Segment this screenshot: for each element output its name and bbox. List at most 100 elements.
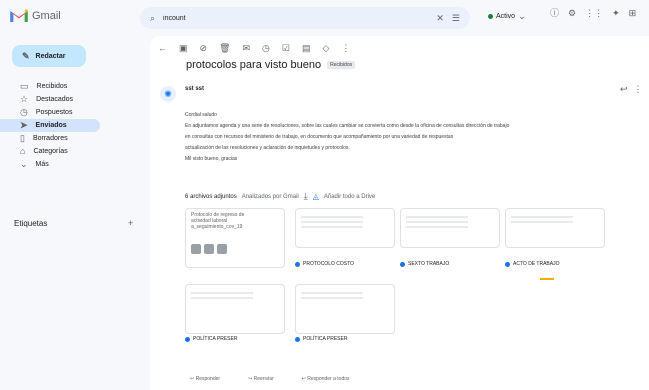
help-icon[interactable]: ⓘ: [550, 9, 559, 18]
attachment-name: POLÍTICA PRESER: [303, 336, 348, 342]
status-selector[interactable]: Activo ⌄: [488, 12, 526, 21]
highlight-bar: [540, 278, 554, 280]
more-options-icon[interactable]: ⋮: [341, 44, 350, 53]
inbox-icon: ▭: [20, 81, 29, 91]
back-icon[interactable]: ←: [158, 44, 167, 53]
message-view: ← ▣ ⊘ 🗑 ✉ ◷ ☑ ▤ ◇ ⋮ protocolos para vist…: [150, 36, 649, 390]
apps-grid-icon[interactable]: ⋮⋮: [585, 9, 603, 18]
reply-action-button[interactable]: ↪ Reenviar: [248, 376, 274, 382]
avatar[interactable]: ✺: [160, 86, 176, 102]
body-paragraph: En adjuntamos agenda y una serie de reso…: [185, 123, 510, 129]
reply-icon[interactable]: ↩: [620, 85, 628, 94]
body-paragraph: Cordial saludo: [185, 112, 217, 118]
message-actions: ↩ ⋮: [620, 85, 643, 94]
send-icon: ➤: [20, 120, 28, 130]
drive-icon[interactable]: ◬: [313, 192, 319, 201]
thumbnail-icon: [217, 244, 227, 254]
attachment-card-5[interactable]: [185, 284, 285, 334]
body-paragraph: Mil visto bueno, gracias: [185, 156, 238, 162]
sidebar-item-borradores[interactable]: ▯ Borradores: [0, 132, 150, 145]
subject-label-chip[interactable]: Recibidos: [327, 61, 356, 69]
attachment-name: Protocolo de regreso de actividad labora…: [191, 212, 245, 230]
reply-action-label: Responder: [195, 376, 221, 382]
attachment-label-2[interactable]: PROTOCOLO COSTO: [295, 261, 354, 267]
chevron-down-icon: ⌄: [518, 11, 526, 21]
reply-action-button[interactable]: ↩ Responder a todos: [302, 376, 350, 382]
attachment-preview: [301, 216, 389, 228]
top-bar: Gmail ⌕ ✕ ☰ Activo ⌄ ⓘ ⚙ ⋮⋮ ✦ ⊞: [0, 0, 649, 36]
message-toolbar: ← ▣ ⊘ 🗑 ✉ ◷ ☑ ▤ ◇ ⋮: [158, 44, 350, 53]
report-spam-icon[interactable]: ⊘: [200, 44, 208, 53]
search-icon[interactable]: ⌕: [150, 13, 155, 23]
move-to-icon[interactable]: ▤: [302, 44, 311, 53]
search-options-icon[interactable]: ☰: [452, 13, 460, 23]
doc-type-icon: [505, 261, 510, 267]
sidebar: ✎ Redactar ▭ Recibidos ☆ Destacados ◷ Pospues…: [0, 36, 150, 390]
thumbnail-icon: [204, 244, 214, 254]
attachment-card-6[interactable]: [295, 284, 395, 334]
sidebar-item-label: Borradores: [32, 135, 68, 142]
sidebar-item-mas[interactable]: ⌄ Más: [0, 158, 150, 171]
reply-action-button[interactable]: ↩ Responder: [190, 376, 220, 382]
reply-action-label: Reenviar: [253, 376, 274, 382]
clear-search-icon[interactable]: ✕: [436, 13, 444, 23]
attachment-name: POLÍTICA PRESER: [193, 336, 238, 342]
snooze-icon[interactable]: ◷: [262, 44, 270, 53]
attachment-preview: [191, 292, 279, 299]
search-input[interactable]: [163, 14, 429, 22]
sidebar-item-label: Recibidos: [36, 83, 68, 90]
download-all-icon[interactable]: ⤓: [304, 192, 308, 201]
subject-text: protocolos para visto bueno: [186, 59, 322, 71]
email-body: Cordial saludo En adjuntamos agenda y una…: [185, 111, 645, 166]
attachment-label-4[interactable]: ACTO DE TRABAJO: [505, 261, 560, 267]
sidebar-item-label: Pospuestos: [35, 109, 73, 116]
status-label: Activo: [496, 13, 516, 20]
apps-icon[interactable]: ⊞: [629, 9, 637, 18]
label-icon[interactable]: ◇: [323, 44, 330, 53]
top-icons: ⓘ ⚙ ⋮⋮ ✦ ⊞: [550, 9, 636, 18]
labels-heading: Etiquetas: [14, 219, 48, 228]
sidebar-item-recibidos[interactable]: ▭ Recibidos: [0, 80, 150, 93]
sidebar-item-label: Más: [35, 161, 49, 168]
add-to-drive-link[interactable]: Añadir todo a Drive: [324, 194, 375, 200]
sidebar-item-enviados[interactable]: ➤ Enviados: [0, 119, 100, 132]
search-bar[interactable]: ⌕ ✕ ☰: [140, 7, 470, 29]
attachment-label-5[interactable]: POLÍTICA PRESER: [185, 336, 237, 342]
sidebar-item-label: Categorías: [33, 148, 68, 155]
gmail-icon: [10, 9, 28, 22]
body-paragraph: en consultas con recursos del ministerio…: [185, 134, 454, 140]
attachments-title: 6 archivos adjuntos: [185, 193, 237, 200]
sidebar-item-categorias[interactable]: ⌂ Categorías: [0, 145, 150, 158]
label-icon: ⌂: [20, 146, 26, 156]
compose-button[interactable]: ✎ Redactar: [12, 45, 86, 67]
attachment-thumbnails: [191, 244, 279, 254]
status-dot-icon: [488, 14, 493, 19]
sidebar-item-destacados[interactable]: ☆ Destacados: [0, 93, 150, 106]
attachment-card-1[interactable]: Protocolo de regreso de actividad labora…: [185, 208, 285, 268]
more-icon[interactable]: ⋮: [634, 85, 643, 94]
pencil-icon: ✎: [22, 50, 30, 61]
add-label-icon[interactable]: +: [128, 218, 133, 228]
attachment-card-3[interactable]: [400, 208, 500, 248]
attachment-card-4[interactable]: [505, 208, 605, 248]
sidebar-item-pospuestos[interactable]: ◷ Pospuestos: [0, 106, 150, 119]
chevron-down-icon: ⌄: [20, 159, 28, 169]
doc-type-icon: [400, 261, 405, 267]
sender-line: sst sst: [185, 86, 204, 92]
body-paragraph: actualización de las resoluciones y acla…: [185, 145, 350, 151]
attachment-card-2[interactable]: [295, 208, 395, 248]
sender-name[interactable]: sst sst: [185, 86, 204, 92]
gemini-icon[interactable]: ✦: [612, 9, 620, 18]
attachment-name: SEXTO TRABAJO: [408, 261, 450, 267]
archive-icon[interactable]: ▣: [179, 44, 188, 53]
attachment-label-3[interactable]: SEXTO TRABAJO: [400, 261, 449, 267]
settings-icon[interactable]: ⚙: [568, 9, 576, 18]
reply-actions: ↩ Responder ↪ Reenviar ↩ Responder a todos: [190, 376, 350, 382]
delete-icon[interactable]: 🗑: [219, 44, 230, 53]
gmail-logo[interactable]: Gmail: [10, 9, 61, 22]
sidebar-item-label: Enviados: [35, 122, 67, 129]
mark-unread-icon[interactable]: ✉: [243, 44, 251, 53]
reply-action-label: Responder a todos: [307, 376, 350, 382]
attachment-label-6[interactable]: POLÍTICA PRESER: [295, 336, 347, 342]
add-task-icon[interactable]: ☑: [282, 44, 290, 53]
